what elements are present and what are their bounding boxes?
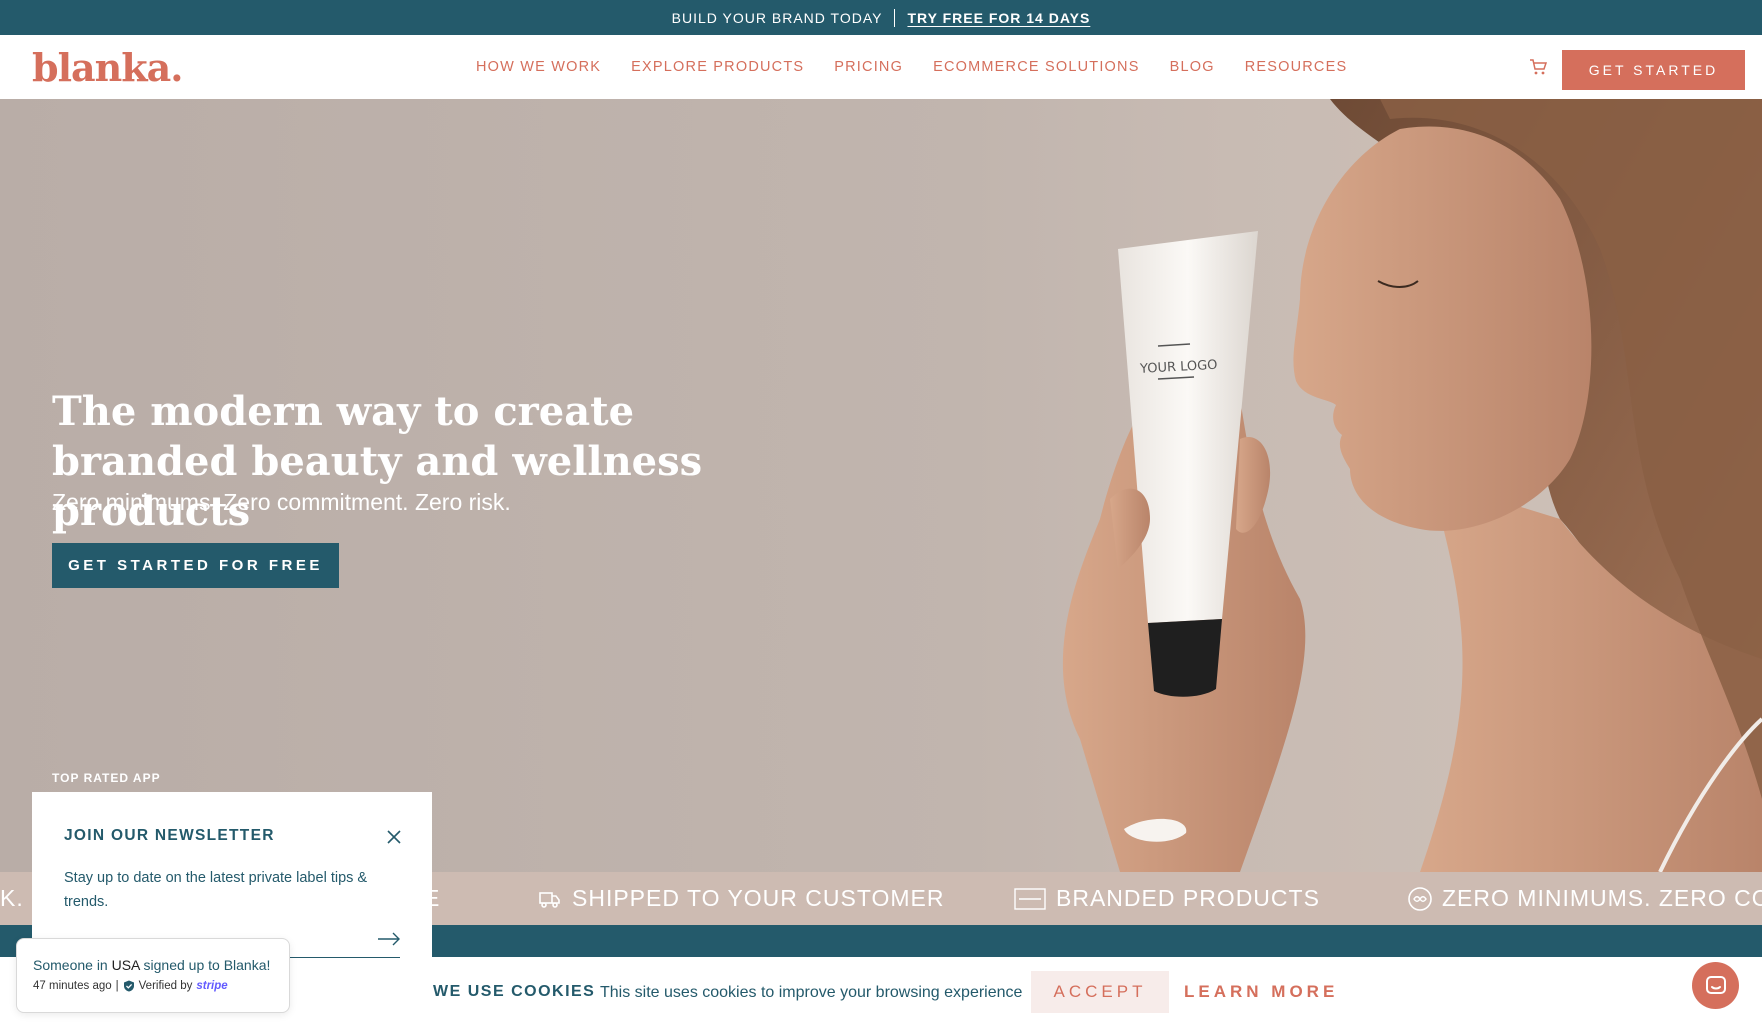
nav-explore-products[interactable]: EXPLORE PRODUCTS: [631, 59, 804, 75]
notification-divider: |: [115, 980, 119, 992]
marquee-text: K.: [0, 885, 24, 911]
notification-message: Someone in USA signed up to Blanka!: [33, 957, 270, 973]
chat-launcher-button[interactable]: [1692, 962, 1739, 1009]
newsletter-description: Stay up to date on the latest private la…: [64, 870, 368, 910]
get-started-free-button[interactable]: GET STARTED FOR FREE: [52, 543, 339, 588]
delivery-truck-icon: [539, 891, 560, 908]
signup-notification[interactable]: Someone in USA signed up to Blanka! 47 m…: [16, 938, 290, 1013]
notification-prefix: Someone in: [33, 957, 108, 973]
arrow-right-icon[interactable]: [377, 932, 401, 946]
notification-meta: 47 minutes ago | Verified by stripe: [33, 980, 228, 992]
brand-logo[interactable]: blanka.: [32, 45, 183, 90]
marquee-item: ZERO MINIMUMS. ZERO COM: [1408, 872, 1762, 925]
marquee-item: BRANDED PRODUCTS: [1014, 872, 1320, 925]
learn-more-link[interactable]: LEARN MORE: [1184, 982, 1338, 1002]
announcement-bar: BUILD YOUR BRAND TODAY TRY FREE FOR 14 D…: [0, 0, 1762, 35]
free-trial-link[interactable]: TRY FREE FOR 14 DAYS: [907, 10, 1090, 26]
notification-suffix: signed up to Blanka!: [143, 957, 271, 973]
marquee-item: SHIPPED TO YOUR CUSTOMER: [538, 872, 944, 925]
nav-resources[interactable]: RESOURCES: [1245, 59, 1348, 75]
your-logo-icon: [1014, 887, 1046, 910]
hero-subtitle: Zero minimums. Zero commitment. Zero ris…: [52, 489, 511, 515]
marquee-item: K.: [0, 872, 24, 925]
nav-pricing[interactable]: PRICING: [834, 59, 903, 75]
nav-blog[interactable]: BLOG: [1170, 59, 1215, 75]
main-nav: HOW WE WORK EXPLORE PRODUCTS PRICING ECO…: [476, 35, 1377, 99]
notification-time: 47 minutes ago: [33, 980, 112, 992]
cookie-title: WE USE COOKIES: [433, 983, 596, 1000]
close-icon[interactable]: [387, 830, 401, 844]
stripe-logo: stripe: [196, 980, 228, 992]
infinity-icon: [1408, 886, 1432, 911]
verified-shield-icon: [123, 980, 134, 992]
nav-ecommerce-solutions[interactable]: ECOMMERCE SOLUTIONS: [933, 59, 1140, 75]
get-started-button[interactable]: GET STARTED: [1562, 50, 1745, 90]
marquee-text: BRANDED PRODUCTS: [1056, 885, 1320, 911]
announcement-divider: [894, 8, 896, 27]
hero-section: YOUR LOGO The modern way to create brand…: [0, 99, 1762, 872]
cart-icon[interactable]: [1528, 57, 1548, 77]
site-header: blanka. HOW WE WORK EXPLORE PRODUCTS PRI…: [0, 35, 1762, 99]
cookie-text: This site uses cookies to improve your b…: [600, 984, 1023, 1001]
announcement-text: BUILD YOUR BRAND TODAY: [671, 9, 883, 26]
top-rated-label: TOP RATED APP: [52, 771, 161, 785]
newsletter-title: JOIN OUR NEWSLETTER: [64, 827, 275, 844]
nav-how-we-work[interactable]: HOW WE WORK: [476, 59, 601, 75]
marquee-text: SHIPPED TO YOUR CUSTOMER: [572, 885, 945, 911]
notification-location: USA: [111, 957, 140, 973]
chat-icon: [1705, 975, 1726, 994]
verified-label: Verified by: [138, 980, 193, 992]
accept-cookies-button[interactable]: ACCEPT: [1031, 971, 1169, 1013]
marquee-text: ZERO MINIMUMS. ZERO COM: [1442, 885, 1762, 911]
